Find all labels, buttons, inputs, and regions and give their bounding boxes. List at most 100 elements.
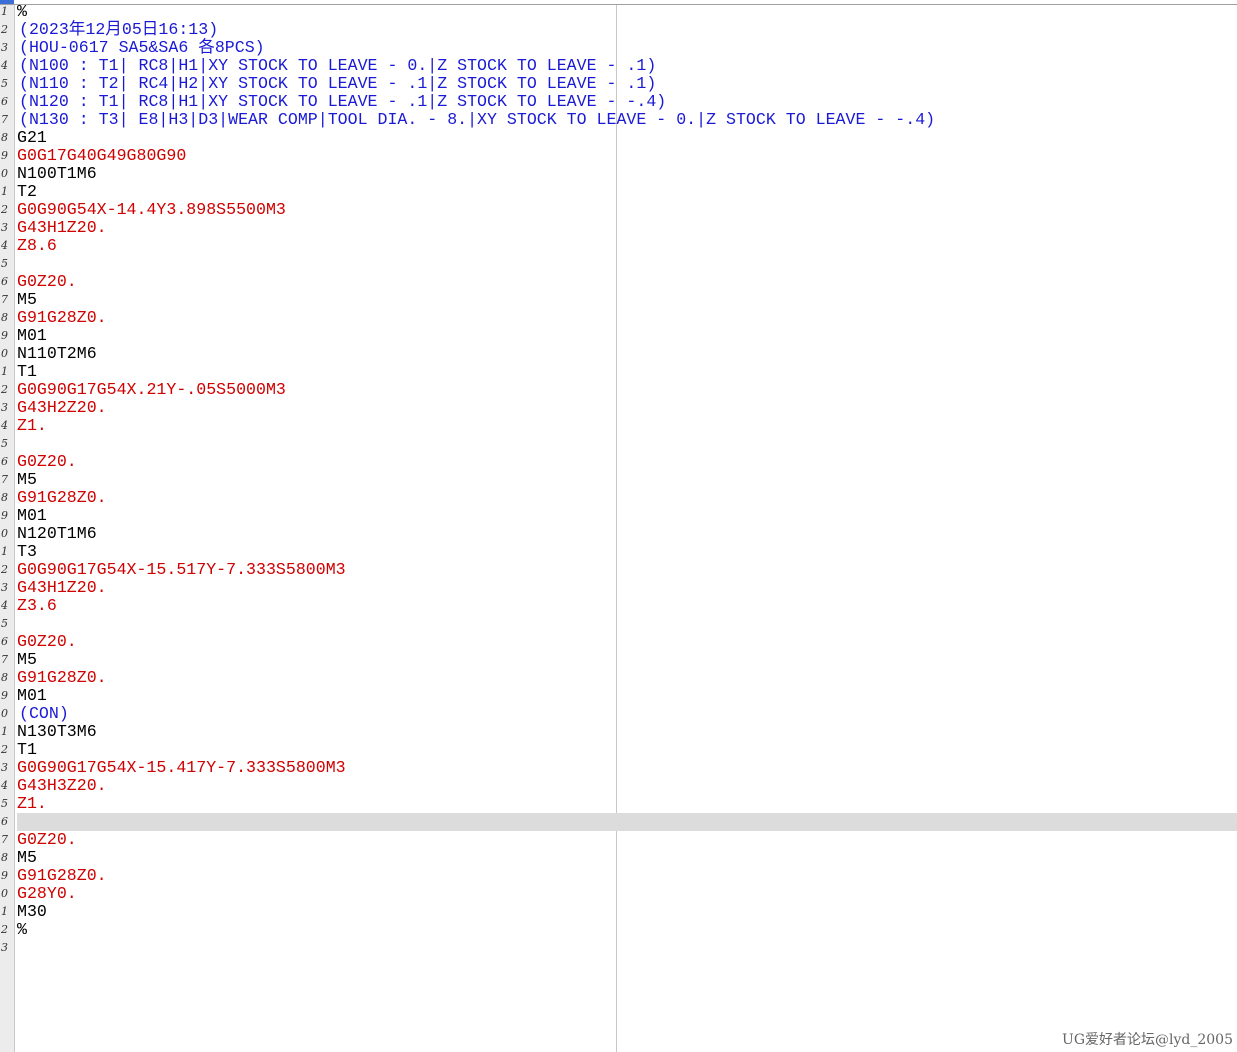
line-text[interactable]: G0G90G17G54X-15.417Y-7.333S5800M3: [17, 759, 1237, 777]
code-line[interactable]: G43H2Z20. 3: [0, 399, 1237, 417]
line-text[interactable]: M01: [17, 327, 1237, 345]
code-line[interactable]: N130T3M6 1: [0, 723, 1237, 741]
code-line[interactable]: G0Z20. 6: [0, 633, 1237, 651]
line-text[interactable]: Z1.: [17, 417, 1237, 435]
code-line[interactable]: G21 8: [0, 129, 1237, 147]
code-line[interactable]: G91G28Z0. 9: [0, 867, 1237, 885]
code-line[interactable]: G0G90G54X-14.4Y3.898S5500M3 2: [0, 201, 1237, 219]
code-line[interactable]: M5 7: [0, 291, 1237, 309]
code-line[interactable]: 3: [0, 939, 1237, 957]
code-line[interactable]: (N110 : T2| RC4|H2|XY STOCK TO LEAVE - .…: [0, 75, 1237, 93]
code-line[interactable]: G0G90G17G54X-15.417Y-7.333S5800M3 3: [0, 759, 1237, 777]
code-line[interactable]: N120T1M6 0: [0, 525, 1237, 543]
code-line[interactable]: G91G28Z0. 8: [0, 669, 1237, 687]
line-text[interactable]: (CON): [19, 705, 1237, 723]
code-line[interactable]: G0G90G17G54X.21Y-.05S5000M3 2: [0, 381, 1237, 399]
line-text[interactable]: G0G90G17G54X.21Y-.05S5000M3: [17, 381, 1237, 399]
code-line[interactable]: G43H1Z20. 3: [0, 579, 1237, 597]
code-line[interactable]: Z1. 5: [0, 795, 1237, 813]
code-line[interactable]: N110T2M6 0: [0, 345, 1237, 363]
line-text[interactable]: T2: [17, 183, 1237, 201]
line-text[interactable]: N120T1M6: [17, 525, 1237, 543]
code-line[interactable]: G43H3Z20. 4: [0, 777, 1237, 795]
line-text[interactable]: [17, 813, 1237, 831]
line-text[interactable]: [17, 255, 1237, 273]
code-line[interactable]: M01 9: [0, 327, 1237, 345]
line-text[interactable]: N100T1M6: [17, 165, 1237, 183]
line-text[interactable]: %: [17, 921, 1237, 939]
line-text[interactable]: N110T2M6: [17, 345, 1237, 363]
line-text[interactable]: (N110 : T2| RC4|H2|XY STOCK TO LEAVE - .…: [19, 75, 1237, 93]
line-text[interactable]: T1: [17, 363, 1237, 381]
code-line[interactable]: M01 9: [0, 687, 1237, 705]
line-text[interactable]: G91G28Z0.: [17, 309, 1237, 327]
line-text[interactable]: G43H3Z20.: [17, 777, 1237, 795]
line-text[interactable]: (HOU-0617 SA5&SA6 各8PCS): [19, 39, 1237, 57]
code-line[interactable]: T1 1: [0, 363, 1237, 381]
line-text[interactable]: [17, 939, 1237, 957]
code-line[interactable]: % 1: [0, 3, 1237, 21]
code-line[interactable]: (CON) 0: [0, 705, 1237, 723]
line-text[interactable]: M01: [17, 507, 1237, 525]
code-line[interactable]: T3 1: [0, 543, 1237, 561]
code-line[interactable]: Z3.6 4: [0, 597, 1237, 615]
code-line[interactable]: 6: [0, 813, 1237, 831]
line-text[interactable]: G28Y0.: [17, 885, 1237, 903]
code-line[interactable]: 5: [0, 615, 1237, 633]
code-line[interactable]: (N130 : T3| E8|H3|D3|WEAR COMP|TOOL DIA.…: [0, 111, 1237, 129]
line-text[interactable]: G0G90G17G54X-15.517Y-7.333S5800M3: [17, 561, 1237, 579]
line-text[interactable]: Z8.6: [17, 237, 1237, 255]
line-text[interactable]: G43H1Z20.: [17, 579, 1237, 597]
code-line[interactable]: M5 8: [0, 849, 1237, 867]
line-text[interactable]: G43H1Z20.: [17, 219, 1237, 237]
line-text[interactable]: G0Z20.: [17, 633, 1237, 651]
code-line[interactable]: M5 7: [0, 471, 1237, 489]
line-text[interactable]: G21: [17, 129, 1237, 147]
code-line[interactable]: G0Z20. 6: [0, 273, 1237, 291]
code-editor[interactable]: % 1 (2023年12月05日16:13) 2 (HOU-0617 SA5&SA6 各…: [0, 3, 1237, 957]
line-text[interactable]: %: [17, 3, 1237, 21]
code-line[interactable]: (N120 : T1| RC8|H1|XY STOCK TO LEAVE - .…: [0, 93, 1237, 111]
line-text[interactable]: T3: [17, 543, 1237, 561]
code-line[interactable]: (2023年12月05日16:13) 2: [0, 21, 1237, 39]
line-text[interactable]: N130T3M6: [17, 723, 1237, 741]
line-text[interactable]: G0Z20.: [17, 273, 1237, 291]
code-line[interactable]: (N100 : T1| RC8|H1|XY STOCK TO LEAVE - 0…: [0, 57, 1237, 75]
line-text[interactable]: M5: [17, 849, 1237, 867]
line-text[interactable]: Z1.: [17, 795, 1237, 813]
line-text[interactable]: [17, 435, 1237, 453]
line-text[interactable]: G43H2Z20.: [17, 399, 1237, 417]
line-text[interactable]: (N120 : T1| RC8|H1|XY STOCK TO LEAVE - .…: [19, 93, 1237, 111]
line-text[interactable]: (2023年12月05日16:13): [19, 21, 1237, 39]
code-line[interactable]: G0G17G40G49G80G90 9: [0, 147, 1237, 165]
line-text[interactable]: M5: [17, 291, 1237, 309]
code-line[interactable]: G43H1Z20. 3: [0, 219, 1237, 237]
code-line[interactable]: G0G90G17G54X-15.517Y-7.333S5800M3 2: [0, 561, 1237, 579]
line-text[interactable]: (N130 : T3| E8|H3|D3|WEAR COMP|TOOL DIA.…: [19, 111, 1237, 129]
line-text[interactable]: G0G17G40G49G80G90: [17, 147, 1237, 165]
line-text[interactable]: M01: [17, 687, 1237, 705]
code-line[interactable]: G91G28Z0. 8: [0, 489, 1237, 507]
code-line[interactable]: % 2: [0, 921, 1237, 939]
code-line[interactable]: Z1. 4: [0, 417, 1237, 435]
line-text[interactable]: G0Z20.: [17, 453, 1237, 471]
code-line[interactable]: T2 1: [0, 183, 1237, 201]
code-line[interactable]: M01 9: [0, 507, 1237, 525]
line-text[interactable]: (N100 : T1| RC8|H1|XY STOCK TO LEAVE - 0…: [19, 57, 1237, 75]
code-line[interactable]: G0Z20. 7: [0, 831, 1237, 849]
line-text[interactable]: G91G28Z0.: [17, 669, 1237, 687]
code-line[interactable]: (HOU-0617 SA5&SA6 各8PCS) 3: [0, 39, 1237, 57]
code-line[interactable]: M30 1: [0, 903, 1237, 921]
code-line[interactable]: T1 2: [0, 741, 1237, 759]
code-line[interactable]: Z8.6 4: [0, 237, 1237, 255]
line-text[interactable]: G91G28Z0.: [17, 867, 1237, 885]
code-line[interactable]: M5 7: [0, 651, 1237, 669]
line-text[interactable]: M5: [17, 471, 1237, 489]
code-line[interactable]: N100T1M6 0: [0, 165, 1237, 183]
line-text[interactable]: M5: [17, 651, 1237, 669]
line-text[interactable]: [17, 615, 1237, 633]
line-text[interactable]: G0Z20.: [17, 831, 1237, 849]
line-text[interactable]: G0G90G54X-14.4Y3.898S5500M3: [17, 201, 1237, 219]
code-line[interactable]: G0Z20. 6: [0, 453, 1237, 471]
line-text[interactable]: T1: [17, 741, 1237, 759]
